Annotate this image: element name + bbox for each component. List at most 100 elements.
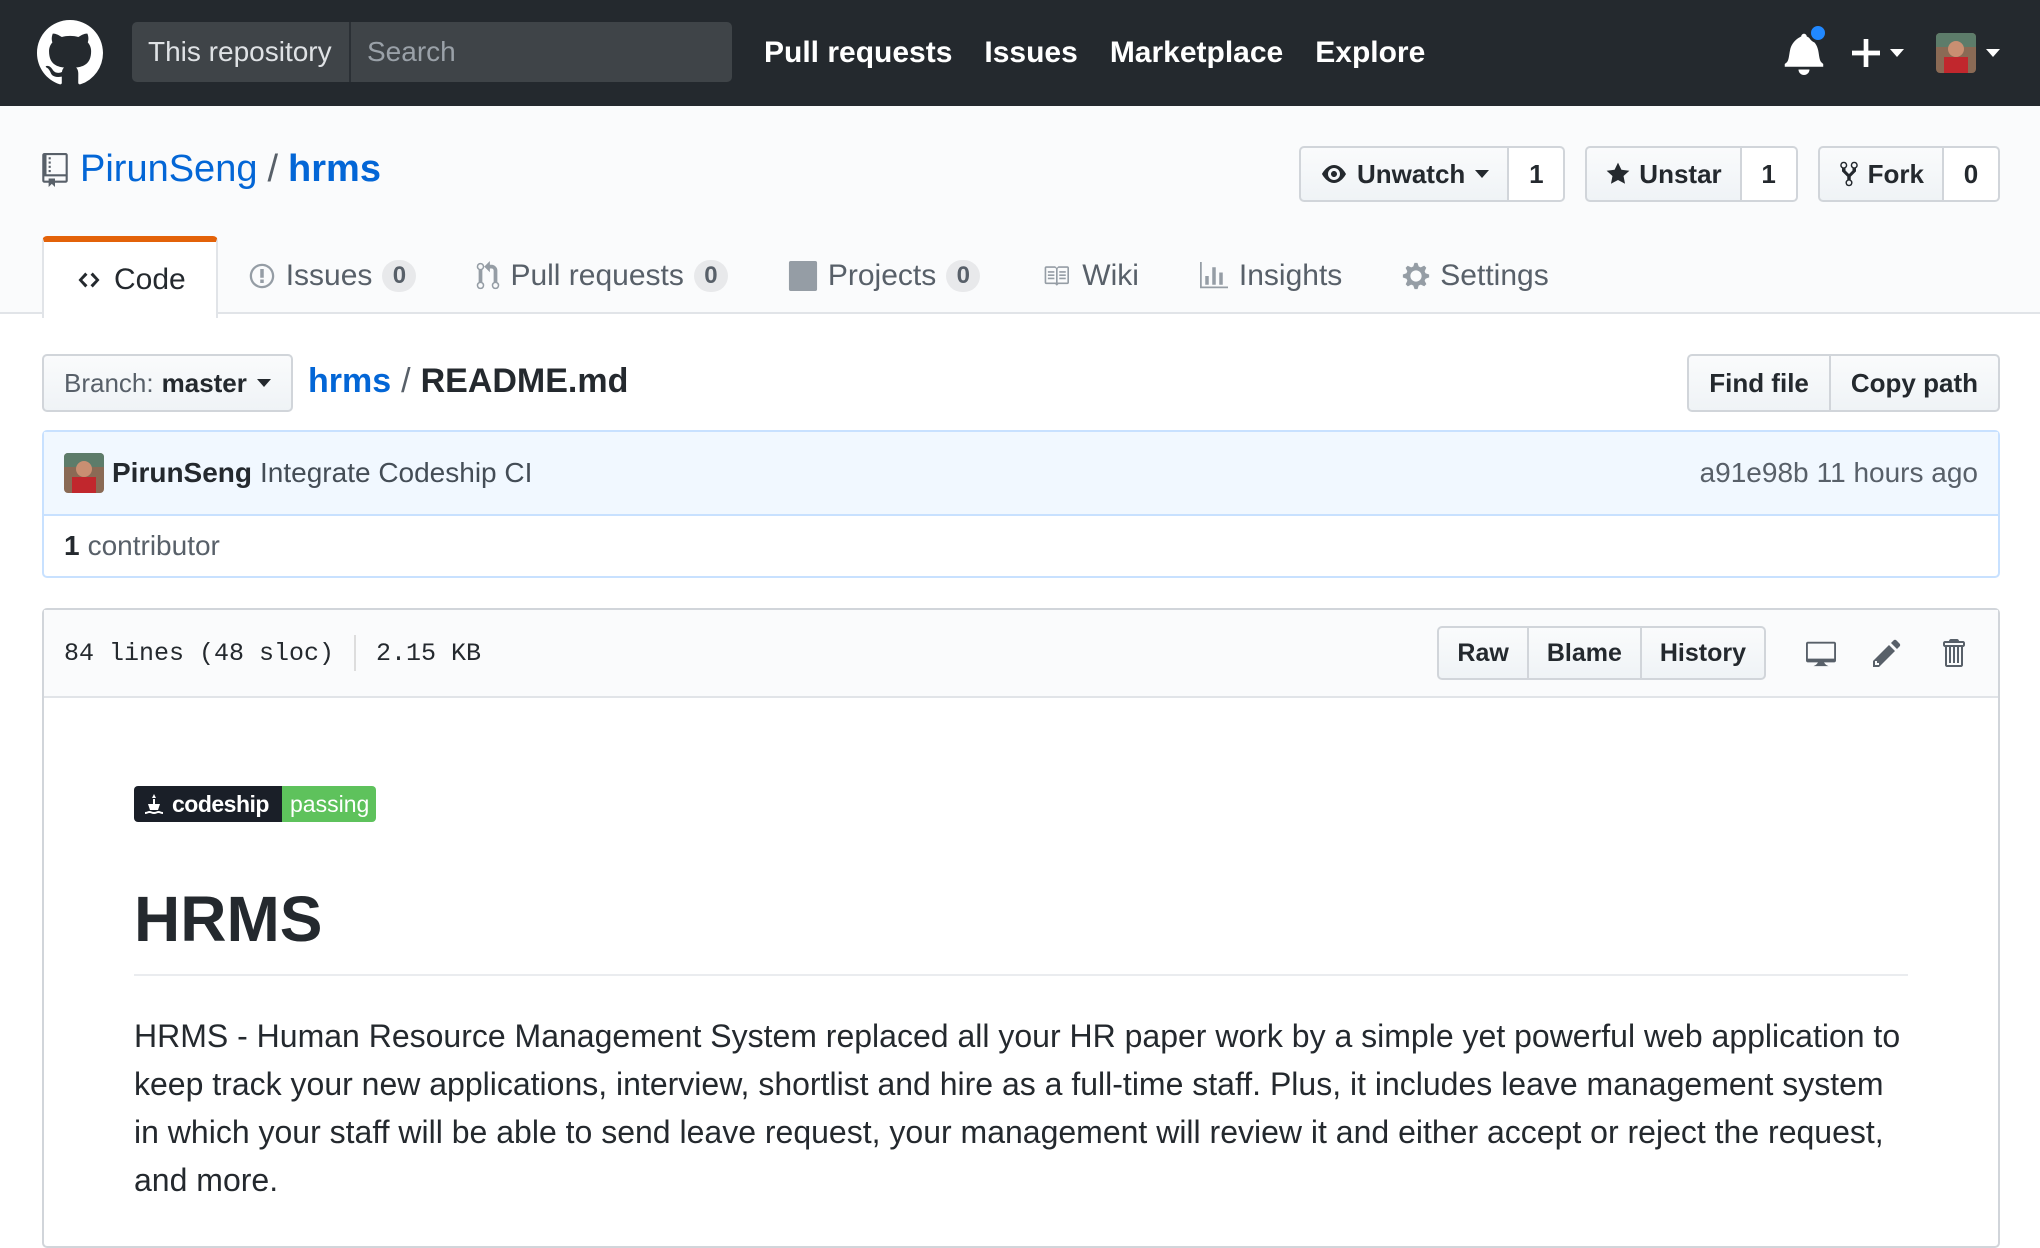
- stargazers-count[interactable]: 1: [1741, 146, 1798, 202]
- fork-button[interactable]: Fork: [1817, 146, 1944, 202]
- nav-marketplace[interactable]: Marketplace: [1110, 36, 1283, 70]
- pull-request-icon: [477, 261, 500, 290]
- create-new-menu[interactable]: [1852, 39, 1904, 67]
- device-desktop-icon: [1806, 641, 1836, 667]
- chevron-down-icon: [1986, 49, 2000, 57]
- repo-icon: [42, 152, 68, 187]
- history-button[interactable]: History: [1641, 626, 1766, 680]
- commit-time: 11 hours ago: [1816, 457, 1978, 488]
- commit-info-box: PirunSeng Integrate Codeship CI a91e98b 1…: [42, 430, 2000, 578]
- breadcrumb-file-name: README.md: [420, 362, 629, 400]
- project-icon: [788, 261, 817, 291]
- file-line-count: 84 lines (48 sloc): [64, 638, 335, 668]
- unstar-button[interactable]: Unstar: [1585, 146, 1742, 202]
- watchers-count[interactable]: 1: [1509, 146, 1566, 202]
- tab-issues-label: Issues: [285, 259, 373, 292]
- file-size: 2.15 KB: [376, 638, 482, 668]
- notification-indicator: [1808, 23, 1828, 43]
- unwatch-button[interactable]: Unwatch: [1298, 146, 1510, 202]
- repo-header: PirunSeng / hrms Unwatch 1 Unstar 1 Fork…: [0, 106, 2040, 318]
- unstar-label: Unstar: [1639, 158, 1722, 189]
- eye-icon: [1321, 165, 1346, 183]
- nav-pull-requests[interactable]: Pull requests: [764, 36, 952, 70]
- contributors-summary[interactable]: 1 contributor: [44, 516, 1998, 576]
- search-input[interactable]: [351, 22, 732, 82]
- tab-issues[interactable]: Issues 0: [218, 236, 447, 316]
- repo-name-link[interactable]: hrms: [288, 148, 381, 191]
- tab-wiki-label: Wiki: [1082, 259, 1139, 292]
- branch-name: master: [161, 367, 247, 398]
- codeship-status-badge[interactable]: codeship passing: [134, 786, 376, 822]
- repo-tabs: Code Issues 0 Pull requests 0 Projects 0: [42, 232, 1579, 318]
- tab-settings-label: Settings: [1440, 259, 1549, 292]
- forks-count[interactable]: 0: [1944, 146, 2000, 202]
- avatar[interactable]: [64, 453, 104, 493]
- fork-group: Fork 0: [1817, 146, 2000, 202]
- commit-author-link[interactable]: PirunSeng: [112, 457, 252, 489]
- file-actions: Raw Blame History: [1437, 626, 1978, 680]
- repo-title: PirunSeng / hrms: [42, 148, 381, 191]
- repo-actions: Unwatch 1 Unstar 1 Fork 0: [1279, 146, 2000, 202]
- tab-pull-requests[interactable]: Pull requests 0: [446, 236, 757, 316]
- github-logo-icon[interactable]: [36, 20, 104, 86]
- search-scope-label: This repository: [132, 22, 351, 82]
- commit-meta: a91e98b 11 hours ago: [1700, 457, 1978, 489]
- repo-path-separator: /: [267, 148, 279, 190]
- gear-icon: [1403, 262, 1430, 290]
- breadcrumb-repo-link[interactable]: hrms: [308, 362, 391, 401]
- header-user-actions: [1784, 0, 2000, 106]
- breadcrumb: hrms / README.md: [308, 362, 628, 401]
- tab-wiki[interactable]: Wiki: [1010, 236, 1169, 316]
- tab-code-label: Code: [114, 263, 186, 296]
- nav-issues[interactable]: Issues: [984, 36, 1077, 70]
- tab-code[interactable]: Code: [42, 236, 218, 318]
- file-viewer: 84 lines (48 sloc) 2.15 KB Raw Blame His…: [42, 608, 2000, 1248]
- file-nav-actions: Find file Copy path: [1687, 354, 2000, 412]
- pull-requests-counter: 0: [693, 260, 728, 292]
- contributors-label: contributor: [87, 530, 220, 561]
- star-icon: [1606, 162, 1630, 184]
- file-header: 84 lines (48 sloc) 2.15 KB Raw Blame His…: [44, 610, 1998, 698]
- ship-icon: [145, 794, 163, 814]
- file-view-buttons: Raw Blame History: [1437, 626, 1766, 680]
- file-info: 84 lines (48 sloc) 2.15 KB: [64, 635, 481, 671]
- contributors-count: 1: [64, 530, 80, 561]
- tab-projects[interactable]: Projects 0: [758, 236, 1010, 316]
- avatar: [1936, 33, 1976, 73]
- branch-select-button[interactable]: Branch: master: [42, 354, 293, 412]
- edit-file-button[interactable]: [1862, 626, 1912, 680]
- delete-file-button[interactable]: [1928, 626, 1978, 680]
- open-desktop-button[interactable]: [1796, 626, 1846, 680]
- chevron-down-icon: [256, 379, 271, 387]
- repo-owner-link[interactable]: PirunSeng: [80, 148, 257, 191]
- star-group: Unstar 1: [1585, 146, 1798, 202]
- notifications-button[interactable]: [1784, 23, 1828, 75]
- tab-settings[interactable]: Settings: [1372, 236, 1578, 316]
- commit-message-link[interactable]: Integrate Codeship CI: [260, 457, 532, 489]
- issue-icon: [249, 263, 274, 289]
- readme-paragraph: HRMS - Human Resource Management System …: [134, 1018, 1901, 1199]
- branch-label: Branch:: [64, 367, 154, 398]
- copy-path-button[interactable]: Copy path: [1830, 354, 2000, 412]
- issues-counter: 0: [382, 260, 417, 292]
- projects-counter: 0: [946, 260, 981, 292]
- graph-icon: [1199, 262, 1228, 289]
- pencil-icon: [1873, 639, 1901, 667]
- header-nav: Pull requests Issues Marketplace Explore: [764, 0, 1457, 106]
- find-file-button[interactable]: Find file: [1687, 354, 1831, 412]
- code-icon: [78, 272, 100, 288]
- blame-button[interactable]: Blame: [1528, 626, 1642, 680]
- nav-explore[interactable]: Explore: [1315, 36, 1425, 70]
- breadcrumb-separator: /: [401, 362, 411, 400]
- global-header: This repository Pull requests Issues Mar…: [0, 0, 2040, 106]
- watch-group: Unwatch 1: [1298, 146, 1566, 202]
- tab-insights-label: Insights: [1238, 259, 1343, 292]
- badge-left-text: codeship: [172, 790, 269, 817]
- tab-pull-requests-label: Pull requests: [510, 259, 684, 292]
- tab-insights[interactable]: Insights: [1169, 236, 1372, 316]
- tab-projects-label: Projects: [827, 259, 937, 292]
- raw-button[interactable]: Raw: [1437, 626, 1529, 680]
- commit-sha-link[interactable]: a91e98b: [1700, 457, 1809, 488]
- user-menu[interactable]: [1936, 33, 2000, 73]
- unwatch-label: Unwatch: [1356, 158, 1466, 189]
